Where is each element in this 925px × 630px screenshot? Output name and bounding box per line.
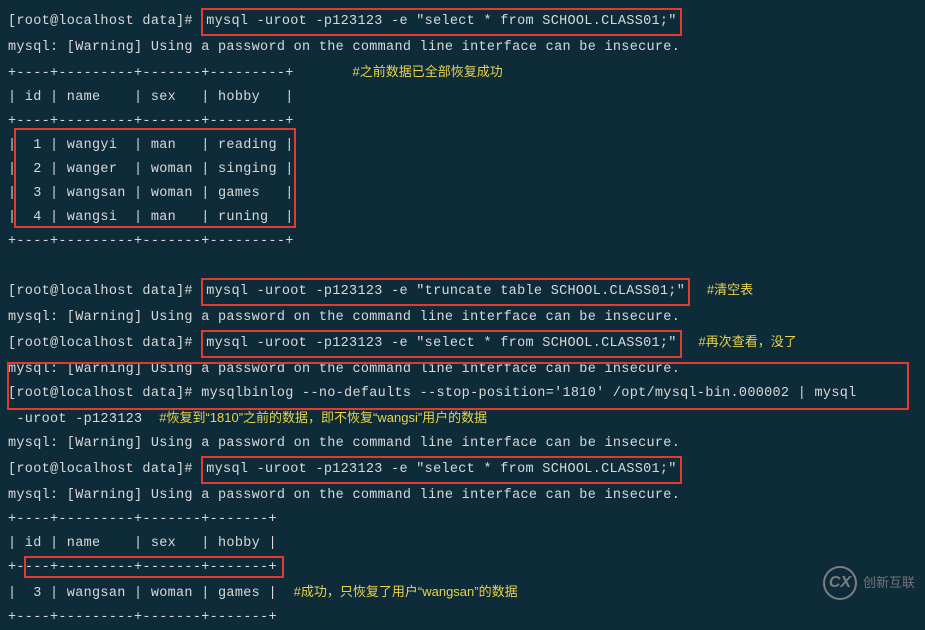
highlight-binlog-cmd bbox=[7, 362, 909, 410]
cmd-truncate: mysql -uroot -p123123 -e "truncate table… bbox=[201, 278, 690, 306]
tbl-border-top: +----+---------+-------+---------+ #之前数据… bbox=[8, 60, 917, 86]
prompt: [root@localhost data]# bbox=[8, 336, 201, 351]
warning-2: mysql: [Warning] Using a password on the… bbox=[8, 306, 917, 330]
annot-2: #清空表 bbox=[707, 282, 753, 297]
tbl2-row: | 3 | wangsan | woman | games | #成功，只恢复了… bbox=[8, 580, 917, 606]
annot-3: #再次查看，没了 bbox=[699, 334, 797, 349]
cmd-binlog-2: -uroot -p123123 bbox=[8, 412, 142, 427]
cmd-line-3: [root@localhost data]# mysql -uroot -p12… bbox=[8, 330, 917, 358]
prompt: [root@localhost data]# bbox=[8, 14, 201, 29]
watermark: CX 创新互联 bbox=[823, 566, 915, 600]
prompt: [root@localhost data]# bbox=[8, 462, 201, 477]
blank-1 bbox=[8, 254, 917, 278]
cmd-line-1: [root@localhost data]# mysql -uroot -p12… bbox=[8, 8, 917, 36]
annot-4: #恢复到“1810”之前的数据，即不恢复“wangsi”用户的数据 bbox=[159, 410, 487, 425]
tbl2-border-top: +----+---------+-------+-------+ bbox=[8, 508, 917, 532]
annot-5: #成功，只恢复了用户“wangsan”的数据 bbox=[294, 584, 518, 599]
tbl-header: | id | name | sex | hobby | bbox=[8, 86, 917, 110]
tbl2-border-bot: +----+---------+-------+-------+ bbox=[8, 606, 917, 630]
watermark-icon: CX bbox=[823, 566, 857, 600]
cmd-select-3: mysql -uroot -p123123 -e "select * from … bbox=[201, 456, 681, 484]
watermark-text: 创新互联 bbox=[863, 571, 915, 594]
cmd-select-1: mysql -uroot -p123123 -e "select * from … bbox=[201, 8, 681, 36]
warning-5: mysql: [Warning] Using a password on the… bbox=[8, 484, 917, 508]
tbl2-header: | id | name | sex | hobby | bbox=[8, 532, 917, 556]
cmd-line-5: [root@localhost data]# mysql -uroot -p12… bbox=[8, 456, 917, 484]
cmd-line-4b: -uroot -p123123 #恢复到“1810”之前的数据，即不恢复“wan… bbox=[8, 406, 917, 432]
tbl-border-bot: +----+---------+-------+---------+ bbox=[8, 230, 917, 254]
cmd-line-2: [root@localhost data]# mysql -uroot -p12… bbox=[8, 278, 917, 306]
highlight-table-rows bbox=[14, 128, 296, 228]
warning-4: mysql: [Warning] Using a password on the… bbox=[8, 432, 917, 456]
annot-1: #之前数据已全部恢复成功 bbox=[352, 64, 502, 79]
warning-1: mysql: [Warning] Using a password on the… bbox=[8, 36, 917, 60]
cmd-select-2: mysql -uroot -p123123 -e "select * from … bbox=[201, 330, 681, 358]
prompt: [root@localhost data]# bbox=[8, 284, 201, 299]
highlight-result-row bbox=[24, 556, 284, 578]
